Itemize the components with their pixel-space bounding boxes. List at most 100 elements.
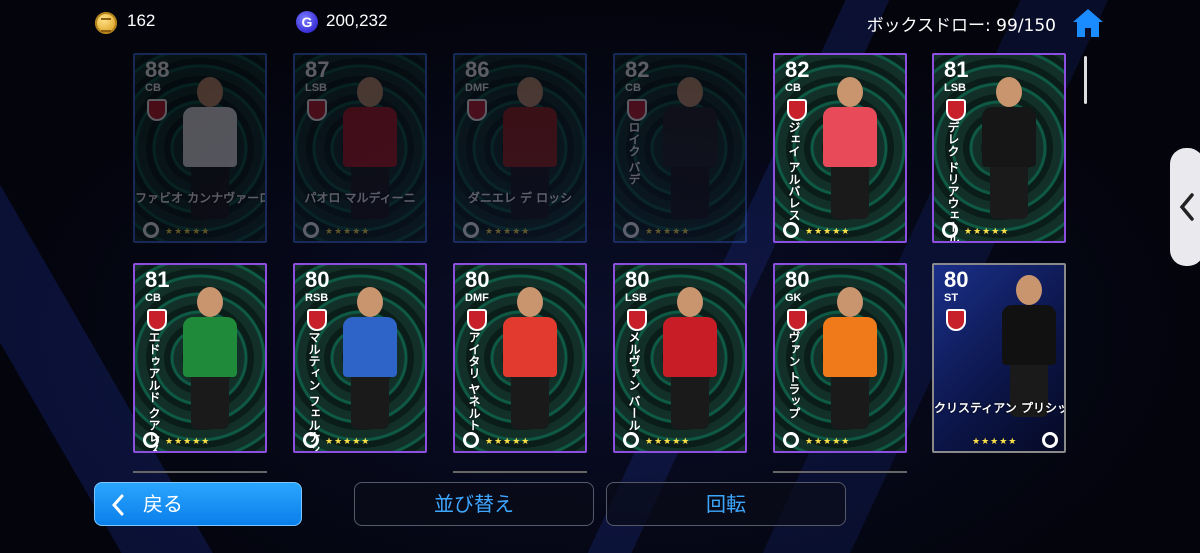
card-player-name: アイタリ ヤネルト: [467, 331, 481, 432]
efootball-logo-icon: [783, 432, 799, 448]
player-card[interactable]: 80 DMF アイタリ ヤネルト ★★★★★: [453, 263, 587, 453]
player-card[interactable]: 80ST クリスティアン プリシッチ ★★★★★: [932, 263, 1066, 453]
chevron-left-icon: [1179, 193, 1194, 221]
card-row-stub: [773, 471, 907, 473]
card-player-name: ジェイ アルバレス: [787, 121, 801, 222]
card-stars: ★★★★★: [964, 227, 1010, 237]
efootball-logo-icon: [143, 222, 159, 238]
card-rating: 81: [944, 57, 969, 82]
card-rating: 80: [465, 267, 490, 292]
player-image: [813, 77, 887, 225]
efootball-logo-icon: [303, 432, 319, 448]
player-image: [992, 275, 1064, 417]
card-stars: ★★★★★: [325, 227, 371, 237]
back-button-label: 戻る: [143, 492, 183, 516]
card-player-name: ファビオ カンナヴァーロ: [135, 191, 267, 205]
card-row-stub: [133, 471, 267, 473]
sort-button-label: 並び替え: [434, 492, 514, 516]
card-position: CB: [145, 82, 161, 94]
card-player-name: デレク ドリアウェール: [946, 121, 960, 243]
card-stars: ★★★★★: [485, 437, 531, 447]
efootball-logo-icon: [623, 432, 639, 448]
player-card[interactable]: 81 CB エドゥアルド クアレスマ ★★★★★: [133, 263, 267, 453]
player-image: [333, 287, 407, 435]
card-rating: 82: [785, 57, 810, 82]
card-position: CB: [785, 82, 801, 94]
club-badge-icon: [627, 309, 647, 331]
card-grid: 88 CB ファビオ カンナヴァーロ ★★★★★ 87 LSB パオロ マルディーニ ★★★★…: [133, 53, 1073, 473]
club-badge-icon: [946, 99, 966, 121]
box-draw-counter: ボックスドロー: 99/150: [866, 16, 1056, 36]
card-player-name: クリスティアン プリシッチ: [934, 401, 1064, 415]
player-image: [972, 77, 1046, 225]
card-stars: ★★★★★: [165, 227, 211, 237]
club-badge-icon: [147, 99, 167, 121]
rotate-button-label: 回転: [706, 492, 746, 516]
card-position: RSB: [305, 292, 329, 304]
card-rating: 80: [785, 267, 810, 292]
top-bar: 162 G 200,232 ボックスドロー: 99/150: [0, 0, 1200, 46]
home-icon: [1073, 9, 1103, 37]
card-stars: ★★★★★: [485, 227, 531, 237]
card-player-name: マルティン フェルナンデス: [307, 331, 321, 453]
card-position: CB: [145, 292, 161, 304]
efootball-logo-icon: [303, 222, 319, 238]
card-player-name: メルヴァン バール: [627, 331, 641, 432]
club-badge-icon: [467, 99, 487, 121]
player-image: [653, 77, 727, 225]
card-player-name: ヴァン トラップ: [787, 331, 801, 420]
club-badge-icon: [307, 309, 327, 331]
card-player-name: パオロ マルディーニ: [304, 191, 416, 205]
club-badge-icon: [787, 99, 807, 121]
player-card[interactable]: 80 LSB メルヴァン バール ★★★★★: [613, 263, 747, 453]
card-position: ST: [944, 292, 959, 304]
chevron-left-icon: [111, 494, 124, 516]
card-player-name: ロイク バデ: [627, 121, 641, 186]
card-position: DMF: [465, 82, 489, 94]
efootball-logo-icon: [623, 222, 639, 238]
card-row-stub: [453, 471, 587, 473]
club-badge-icon: [147, 309, 167, 331]
player-card[interactable]: 80 GK ヴァン トラップ ★★★★★: [773, 263, 907, 453]
side-panel-tab[interactable]: [1170, 148, 1200, 266]
player-card[interactable]: 86 DMF ダニエレ デ ロッシ ★★★★★: [453, 53, 587, 243]
club-badge-icon: [467, 309, 487, 331]
card-rating: 80: [625, 267, 650, 292]
player-card[interactable]: 82 CB ジェイ アルバレス ★★★★★: [773, 53, 907, 243]
card-rating: 80: [305, 267, 330, 292]
card-position: LSB: [944, 82, 966, 94]
sort-button[interactable]: 並び替え: [354, 482, 594, 526]
card-player-name: ダニエレ デ ロッシ: [467, 191, 573, 205]
player-image: [173, 287, 247, 435]
player-card[interactable]: 80 RSB マルティン フェルナンデス ★★★★★: [293, 263, 427, 453]
efootball-logo-icon: [463, 222, 479, 238]
card-stars: ★★★★★: [805, 227, 851, 237]
scrollbar[interactable]: [1084, 56, 1087, 104]
coin-icon: [95, 12, 117, 34]
club-badge-icon: [946, 309, 966, 331]
efootball-logo-icon: [942, 222, 958, 238]
card-rating: 86: [465, 57, 490, 82]
rotate-button[interactable]: 回転: [606, 482, 846, 526]
card-position: CB: [625, 82, 641, 94]
card-stars: ★★★★★: [325, 437, 371, 447]
card-position: LSB: [305, 82, 327, 94]
efootball-logo-icon: [1042, 432, 1058, 448]
player-card[interactable]: 87 LSB パオロ マルディーニ ★★★★★: [293, 53, 427, 243]
coin-balance: 162: [127, 11, 156, 30]
card-position: DMF: [465, 292, 489, 304]
player-image: [493, 287, 567, 435]
player-card[interactable]: 82 CB ロイク バデ ★★★★★: [613, 53, 747, 243]
efootball-logo-icon: [143, 432, 159, 448]
player-image: [653, 287, 727, 435]
card-rating: 80: [944, 267, 969, 292]
efootball-logo-icon: [463, 432, 479, 448]
home-button[interactable]: [1070, 6, 1106, 40]
club-badge-icon: [627, 99, 647, 121]
back-button[interactable]: 戻る: [94, 482, 302, 526]
club-badge-icon: [307, 99, 327, 121]
player-card[interactable]: 88 CB ファビオ カンナヴァーロ ★★★★★: [133, 53, 267, 243]
efootball-logo-icon: [783, 222, 799, 238]
card-player-name: エドゥアルド クアレスマ: [147, 331, 161, 453]
player-card[interactable]: 81 LSB デレク ドリアウェール ★★★★★: [932, 53, 1066, 243]
